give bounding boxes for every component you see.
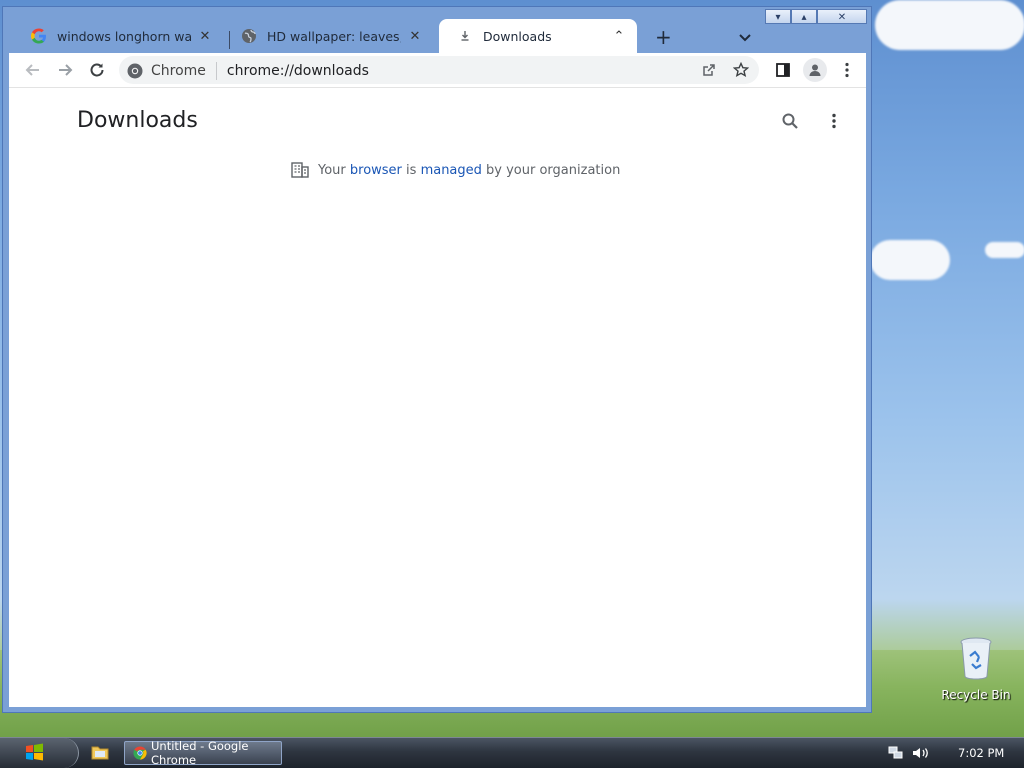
browser-window: ▾ ▴ ✕ windows longhorn wallpaper ✕ [2, 6, 872, 713]
tab-title: Downloads [483, 28, 552, 44]
share-icon[interactable] [699, 60, 719, 80]
forward-icon[interactable] [55, 60, 75, 80]
building-icon [291, 162, 309, 178]
side-panel-icon[interactable] [773, 60, 793, 80]
globe-icon [241, 28, 257, 44]
desktop-icon-recycle-bin[interactable]: Recycle Bin [940, 636, 1012, 702]
browser-toolbar: Chrome chrome://downloads [9, 53, 866, 87]
tab-search-chevron-icon[interactable] [737, 29, 753, 45]
clock[interactable]: 7:02 PM [958, 746, 1004, 760]
start-button[interactable] [0, 738, 79, 768]
new-tab-button[interactable]: + [655, 27, 672, 47]
chrome-logo-icon [127, 63, 143, 79]
profile-avatar-icon[interactable] [803, 58, 827, 82]
cloud [870, 240, 950, 280]
managed-prefix: Your [318, 162, 350, 178]
tab-downloads[interactable]: Downloads ⌃ [439, 19, 637, 53]
desktop-icon-label: Recycle Bin [941, 688, 1011, 702]
reload-icon[interactable] [87, 60, 107, 80]
system-tray: 7:02 PM [884, 738, 1024, 768]
close-tab-icon[interactable]: ⌃ [611, 29, 627, 44]
omnibox-divider [215, 62, 217, 80]
managed-link[interactable]: managed [421, 163, 482, 178]
taskbar-task-chrome[interactable]: Untitled - Google Chrome [124, 739, 282, 767]
windows-logo-icon [25, 743, 45, 765]
chrome-logo-icon [133, 746, 147, 760]
browser-menu-icon[interactable] [837, 60, 857, 80]
network-icon[interactable] [888, 746, 904, 760]
cloud [875, 0, 1024, 50]
volume-icon[interactable] [912, 746, 930, 760]
bookmark-star-icon[interactable] [731, 60, 751, 80]
downloads-page: Downloads Your browser is managed by you… [9, 87, 866, 707]
managed-notice: Your browser is managed by your organiza… [291, 162, 620, 178]
browser-link[interactable]: browser [350, 163, 402, 178]
managed-suffix: by your organization [481, 162, 621, 178]
task-label: Untitled - Google Chrome [151, 739, 249, 767]
file-explorer-icon[interactable] [91, 744, 109, 764]
search-icon[interactable] [780, 111, 800, 131]
close-tab-icon[interactable]: ✕ [197, 29, 213, 44]
page-title: Downloads [77, 108, 198, 133]
site-chip[interactable]: Chrome chrome://downloads [127, 62, 369, 80]
download-icon [457, 28, 473, 44]
address-bar[interactable]: Chrome chrome://downloads [119, 56, 759, 84]
tab-title: windows longhorn wallpaper [57, 28, 191, 44]
google-icon [31, 28, 47, 44]
managed-middle: is [401, 162, 421, 178]
tab-hd-wallpaper[interactable]: HD wallpaper: leaves, longhorn ✕ [223, 19, 433, 53]
more-options-icon[interactable] [824, 111, 844, 131]
tab-title: HD wallpaper: leaves, longhorn [267, 28, 401, 44]
back-icon[interactable] [23, 60, 43, 80]
site-label: Chrome [151, 63, 206, 79]
cloud [985, 242, 1024, 258]
recycle-bin-icon [959, 636, 993, 684]
close-tab-icon[interactable]: ✕ [407, 29, 423, 44]
tab-google-search[interactable]: windows longhorn wallpaper ✕ [13, 19, 223, 53]
url-text[interactable]: chrome://downloads [227, 63, 369, 79]
tab-strip: windows longhorn wallpaper ✕ HD wallpape… [3, 15, 871, 53]
taskbar: Untitled - Google Chrome 7:02 PM [0, 737, 1024, 768]
